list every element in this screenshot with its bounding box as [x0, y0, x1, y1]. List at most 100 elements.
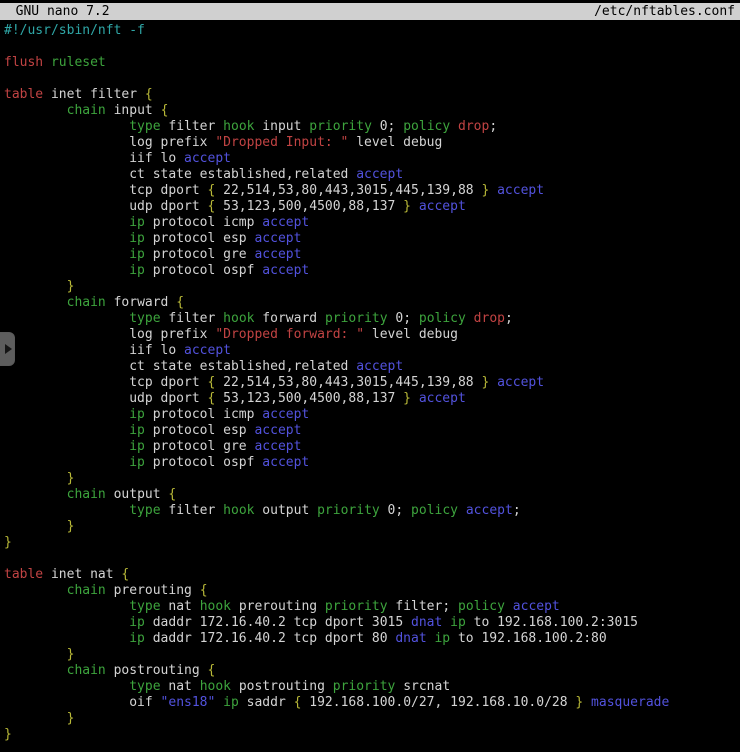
- code-line[interactable]: [4, 39, 740, 55]
- code-token: "Dropped Input: ": [215, 135, 348, 150]
- code-line[interactable]: chain output {: [4, 487, 740, 503]
- code-token: {: [168, 487, 176, 502]
- code-line[interactable]: chain input {: [4, 103, 740, 119]
- code-token: [4, 103, 67, 118]
- code-token: inet nat: [43, 567, 121, 582]
- code-token: tcp dport: [4, 183, 208, 198]
- code-line[interactable]: type nat hook prerouting priority filter…: [4, 599, 740, 615]
- code-line[interactable]: udp dport { 53,123,500,4500,88,137 } acc…: [4, 199, 740, 215]
- code-token: level debug: [348, 135, 442, 150]
- code-token: policy: [419, 311, 466, 326]
- code-line[interactable]: chain prerouting {: [4, 583, 740, 599]
- code-line[interactable]: flush ruleset: [4, 55, 740, 71]
- code-token: [4, 519, 67, 534]
- code-token: accept: [497, 375, 544, 390]
- code-line[interactable]: ip protocol icmp accept: [4, 407, 740, 423]
- code-line[interactable]: type nat hook postrouting priority srcna…: [4, 679, 740, 695]
- code-line[interactable]: ip protocol esp accept: [4, 423, 740, 439]
- code-token: }: [67, 711, 75, 726]
- code-line[interactable]: ip daddr 172.16.40.2 tcp dport 3015 dnat…: [4, 615, 740, 631]
- code-line[interactable]: #!/usr/sbin/nft -f: [4, 23, 740, 39]
- code-token: #!/usr/sbin/nft -f: [4, 23, 145, 38]
- code-line[interactable]: ip protocol ospf accept: [4, 263, 740, 279]
- code-line[interactable]: type filter hook input priority 0; polic…: [4, 119, 740, 135]
- code-line[interactable]: chain forward {: [4, 295, 740, 311]
- code-token: }: [403, 199, 411, 214]
- code-token: accept: [262, 215, 309, 230]
- code-token: iif lo: [4, 343, 184, 358]
- code-token: chain: [67, 295, 106, 310]
- code-line[interactable]: }: [4, 471, 740, 487]
- code-token: priority: [317, 503, 380, 518]
- code-line[interactable]: ip protocol ospf accept: [4, 455, 740, 471]
- code-line[interactable]: tcp dport { 22,514,53,80,443,3015,445,13…: [4, 183, 740, 199]
- code-line[interactable]: }: [4, 535, 740, 551]
- code-token: protocol gre: [145, 247, 255, 262]
- editor-screen[interactable]: #!/usr/sbin/nft -f flush ruleset table i…: [0, 20, 740, 743]
- code-line[interactable]: [4, 551, 740, 567]
- code-token: ip: [129, 231, 145, 246]
- code-token: ;: [513, 503, 521, 518]
- code-token: [4, 471, 67, 486]
- code-line[interactable]: iif lo accept: [4, 343, 740, 359]
- code-token: iif lo: [4, 151, 184, 166]
- code-token: dnat: [395, 631, 426, 646]
- code-line[interactable]: type filter hook forward priority 0; pol…: [4, 311, 740, 327]
- terminal-window: { "window": { "title_bar": { "app_title"…: [0, 3, 740, 752]
- code-line[interactable]: ip protocol icmp accept: [4, 215, 740, 231]
- code-token: 53,123,500,4500,88,137: [215, 391, 403, 406]
- code-line[interactable]: ip daddr 172.16.40.2 tcp dport 80 dnat i…: [4, 631, 740, 647]
- code-token: accept: [262, 407, 309, 422]
- code-line[interactable]: oif "ens18" ip saddr { 192.168.100.0/27,…: [4, 695, 740, 711]
- code-token: [4, 647, 67, 662]
- code-line[interactable]: }: [4, 279, 740, 295]
- code-token: policy: [411, 503, 458, 518]
- code-token: }: [4, 535, 12, 550]
- code-line[interactable]: ct state established,related accept: [4, 167, 740, 183]
- code-line[interactable]: iif lo accept: [4, 151, 740, 167]
- code-token: ip: [129, 439, 145, 454]
- code-token: [215, 695, 223, 710]
- code-token: srcnat: [395, 679, 450, 694]
- code-line[interactable]: log prefix "Dropped Input: " level debug: [4, 135, 740, 151]
- code-line[interactable]: ip protocol gre accept: [4, 439, 740, 455]
- code-token: accept: [184, 151, 231, 166]
- code-token: {: [161, 103, 169, 118]
- code-line[interactable]: }: [4, 519, 740, 535]
- code-token: [4, 311, 129, 326]
- code-token: output: [106, 487, 169, 502]
- code-token: }: [67, 519, 75, 534]
- code-line[interactable]: type filter hook output priority 0; poli…: [4, 503, 740, 519]
- code-token: chain: [67, 583, 106, 598]
- code-line[interactable]: table inet filter {: [4, 87, 740, 103]
- code-line[interactable]: [4, 71, 740, 87]
- code-line[interactable]: udp dport { 53,123,500,4500,88,137 } acc…: [4, 391, 740, 407]
- code-line[interactable]: table inet nat {: [4, 567, 740, 583]
- chevron-right-icon: [5, 344, 12, 354]
- code-token: filter: [161, 503, 224, 518]
- nano-title-bar: GNU nano 7.2 /etc/nftables.conf: [0, 3, 740, 20]
- code-line[interactable]: }: [4, 727, 740, 743]
- code-token: [450, 119, 458, 134]
- code-token: priority: [325, 311, 388, 326]
- code-token: to 192.168.100.2:3015: [466, 615, 638, 630]
- code-token: [4, 439, 129, 454]
- code-token: [4, 247, 129, 262]
- code-token: hook: [223, 503, 254, 518]
- code-line[interactable]: chain postrouting {: [4, 663, 740, 679]
- code-line[interactable]: ip protocol gre accept: [4, 247, 740, 263]
- code-token: accept: [184, 343, 231, 358]
- code-token: accept: [497, 183, 544, 198]
- code-line[interactable]: ip protocol esp accept: [4, 231, 740, 247]
- control-bar-handle[interactable]: [0, 332, 15, 366]
- code-token: [4, 407, 129, 422]
- code-line[interactable]: }: [4, 711, 740, 727]
- code-token: postrouting: [231, 679, 333, 694]
- code-token: [505, 599, 513, 614]
- code-line[interactable]: tcp dport { 22,514,53,80,443,3015,445,13…: [4, 375, 740, 391]
- code-line[interactable]: log prefix "Dropped forward: " level deb…: [4, 327, 740, 343]
- code-token: chain: [67, 487, 106, 502]
- code-token: [4, 231, 129, 246]
- code-line[interactable]: }: [4, 647, 740, 663]
- code-line[interactable]: ct state established,related accept: [4, 359, 740, 375]
